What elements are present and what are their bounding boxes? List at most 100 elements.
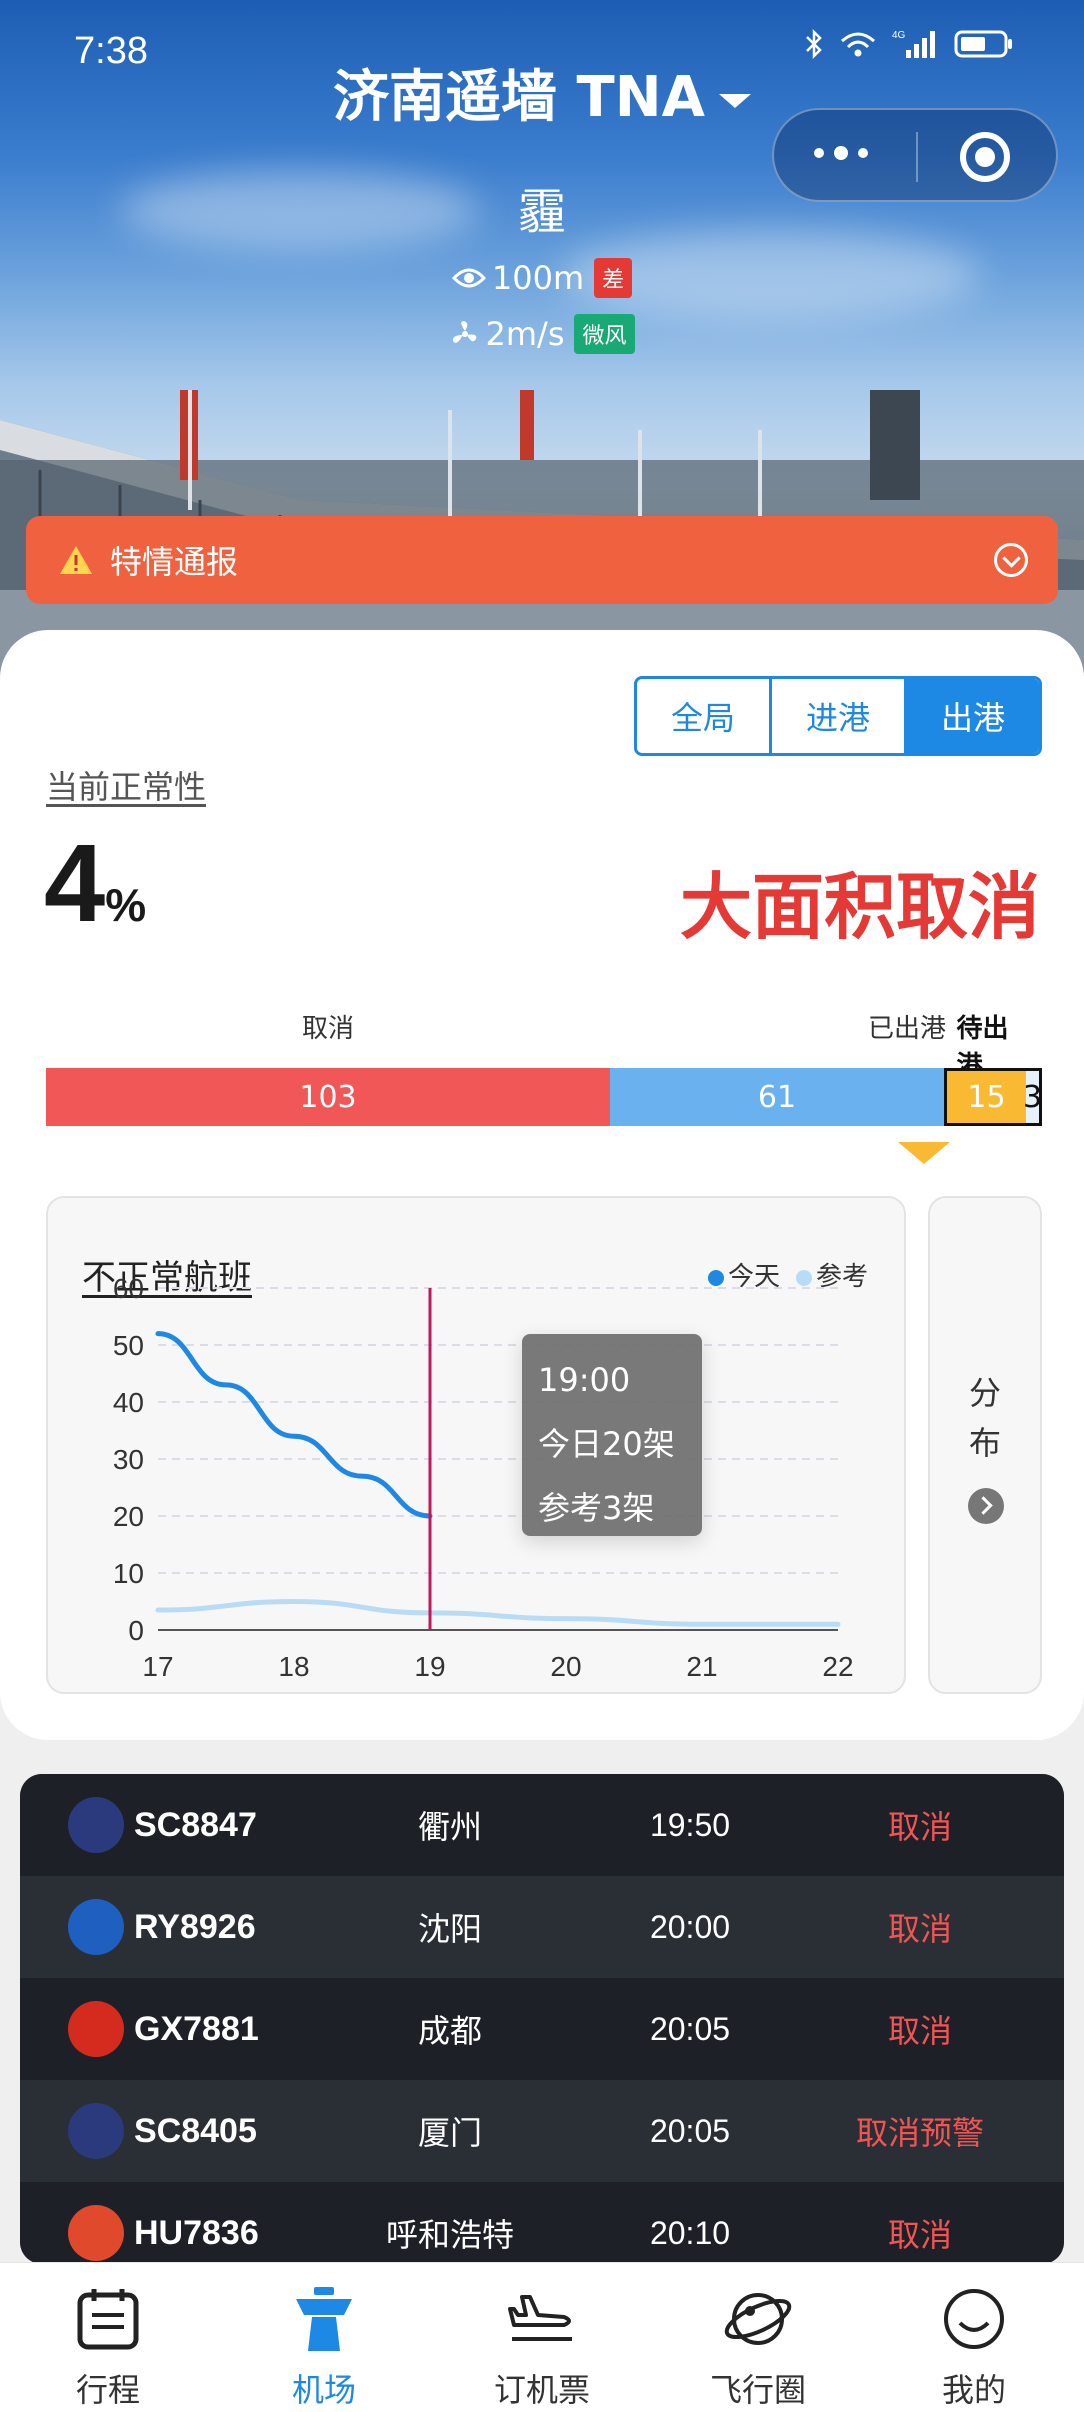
- segment-cancel[interactable]: 103: [46, 1068, 610, 1126]
- airline-logo-icon: [68, 2103, 124, 2159]
- flight-status: 取消: [887, 2216, 952, 2254]
- y-tick-label: 0: [128, 1615, 144, 1646]
- flight-city: 呼和浩特: [385, 2216, 514, 2254]
- tab-label: 订机票: [493, 2371, 590, 2409]
- visibility-row: 100m 差: [0, 258, 1084, 298]
- x-tick-label: 18: [278, 1651, 309, 1682]
- flight-number: SC8847: [134, 1805, 257, 1844]
- tab-mine[interactable]: 我的: [884, 2277, 1064, 2409]
- selection-pointer-icon: [898, 1142, 950, 1164]
- flight-number: SC8405: [134, 2111, 257, 2150]
- tab-flying-circle[interactable]: 飞行圈: [668, 2277, 848, 2409]
- weather-condition: 霾: [517, 184, 566, 240]
- airport-name: 济南遥墙 TNA: [333, 65, 705, 130]
- x-tick-label: 22: [822, 1651, 853, 1682]
- flight-number: GX7881: [134, 2009, 259, 2048]
- segment-other[interactable]: 3: [1023, 1068, 1042, 1126]
- airline-logo-icon: [68, 2001, 124, 2057]
- visibility-value: 100m: [491, 259, 585, 297]
- eye-icon: [451, 268, 486, 288]
- flight-time: 20:00: [649, 1908, 731, 1945]
- y-tick-label: 30: [113, 1444, 144, 1475]
- y-tick-label: 40: [113, 1387, 144, 1418]
- segment-waiting[interactable]: 15: [944, 1068, 1026, 1126]
- flight-status: 取消预警: [855, 2114, 984, 2152]
- normality-number: 4: [44, 822, 106, 945]
- tab-label: 我的: [941, 2371, 1006, 2409]
- y-tick-label: 10: [113, 1558, 144, 1589]
- plane-icon: [508, 2295, 572, 2341]
- direction-segmented-control: 全局 进港 出港: [634, 676, 1042, 756]
- bottom-tab-bar: 行程 机场 订机票 飞行圈 我的: [0, 2262, 1084, 2412]
- distribution-label-2: 布: [968, 1424, 1001, 1462]
- flight-city: 成都: [417, 2012, 482, 2050]
- x-tick-label: 19: [414, 1651, 445, 1682]
- tab-itinerary[interactable]: 行程: [18, 2277, 198, 2409]
- planet-icon: [724, 2293, 792, 2345]
- departure-progress-bar: 103 61 15 3: [46, 1068, 1042, 1126]
- wind-tag: 微风: [574, 314, 635, 354]
- normality-status: 大面积取消: [679, 865, 1040, 949]
- x-tick-label: 20: [550, 1651, 581, 1682]
- flight-list: SC8847 衢州 19:50 取消 RY8926 沈阳 20:00 取消 GX…: [20, 1774, 1064, 2264]
- flight-row[interactable]: HU7836 呼和浩特 20:10 取消: [20, 2182, 1064, 2264]
- smile-icon: [944, 2289, 1004, 2349]
- flight-city: 衢州: [417, 1808, 482, 1846]
- segment-departed[interactable]: 61: [610, 1068, 944, 1126]
- flight-row[interactable]: SC8847 衢州 19:50 取消: [20, 1774, 1064, 1876]
- tooltip-today: 今日20架: [538, 1425, 675, 1463]
- tab-all[interactable]: 全局: [637, 679, 772, 753]
- flight-number: RY8926: [134, 1907, 256, 1946]
- tooltip-ref: 参考3架: [538, 1489, 655, 1527]
- airline-logo-icon: [68, 2205, 124, 2261]
- series-line-reference: [155, 1598, 841, 1627]
- normality-label[interactable]: 当前正常性: [46, 762, 206, 808]
- airline-logo-icon: [68, 1797, 124, 1853]
- y-tick-label: 20: [113, 1501, 144, 1532]
- chevron-right-icon[interactable]: [968, 1488, 1004, 1524]
- tab-book-ticket[interactable]: 订机票: [452, 2277, 632, 2409]
- tab-arrive[interactable]: 进港: [772, 679, 907, 753]
- tab-label: 机场: [291, 2371, 356, 2409]
- flight-row[interactable]: SC8405 厦门 20:05 取消预警: [20, 2080, 1064, 2182]
- irregular-flights-chart-card[interactable]: 不正常航班 今天 参考 0 10 20 30 40 50 60 17 18 19 20 21 22 19…: [46, 1196, 906, 1694]
- y-tick-label: 60: [113, 1273, 144, 1304]
- label-departed: 已出港: [867, 1014, 947, 1044]
- flight-row[interactable]: GX7881 成都 20:05 取消: [20, 1978, 1064, 2080]
- flight-time: 20:10: [649, 2214, 731, 2251]
- control-tower-icon: [296, 2287, 352, 2351]
- series-line-today: [155, 1331, 433, 1519]
- flight-row[interactable]: RY8926 沈阳 20:00 取消: [20, 1876, 1064, 1978]
- alert-text: 特情通报: [110, 543, 239, 581]
- fan-icon: [452, 321, 476, 343]
- airline-logo-icon: [68, 1899, 124, 1955]
- tab-label: 飞行圈: [709, 2371, 806, 2409]
- distribution-panel[interactable]: 分 布: [928, 1196, 1042, 1694]
- more-icon[interactable]: [814, 146, 868, 160]
- distribution-label-1: 分: [968, 1374, 1001, 1412]
- chart-tooltip: 19:00 今日20架 参考3架: [522, 1334, 702, 1536]
- normality-value: 4%: [44, 820, 146, 947]
- visibility-tag: 差: [594, 258, 633, 298]
- flight-time: 20:05: [649, 2010, 731, 2047]
- network-type-label: 4G: [892, 30, 906, 41]
- flight-status: 取消: [887, 1910, 952, 1948]
- tab-depart[interactable]: 出港: [907, 679, 1039, 753]
- flight-time: 20:05: [649, 2112, 731, 2149]
- flight-status: 取消: [887, 1808, 952, 1846]
- tab-airport[interactable]: 机场: [234, 2277, 414, 2409]
- y-tick-label: 50: [113, 1330, 144, 1361]
- calendar-icon: [77, 2289, 139, 2350]
- expand-chevron-icon[interactable]: [994, 543, 1028, 577]
- special-alert-bar[interactable]: 特情通报: [26, 516, 1058, 604]
- x-tick-label: 17: [142, 1651, 173, 1682]
- label-cancel: 取消: [301, 1014, 355, 1044]
- flight-status: 取消: [887, 2012, 952, 2050]
- dropdown-caret-icon: [718, 93, 751, 108]
- normality-unit: %: [105, 879, 147, 931]
- tab-label: 行程: [75, 2371, 140, 2409]
- wind-value: 2m/s: [485, 315, 565, 353]
- progress-labels: 取消 已出港 待出港: [46, 1008, 1042, 1081]
- flight-city: 沈阳: [417, 1910, 482, 1948]
- wind-row: 2m/s 微风: [0, 314, 1084, 354]
